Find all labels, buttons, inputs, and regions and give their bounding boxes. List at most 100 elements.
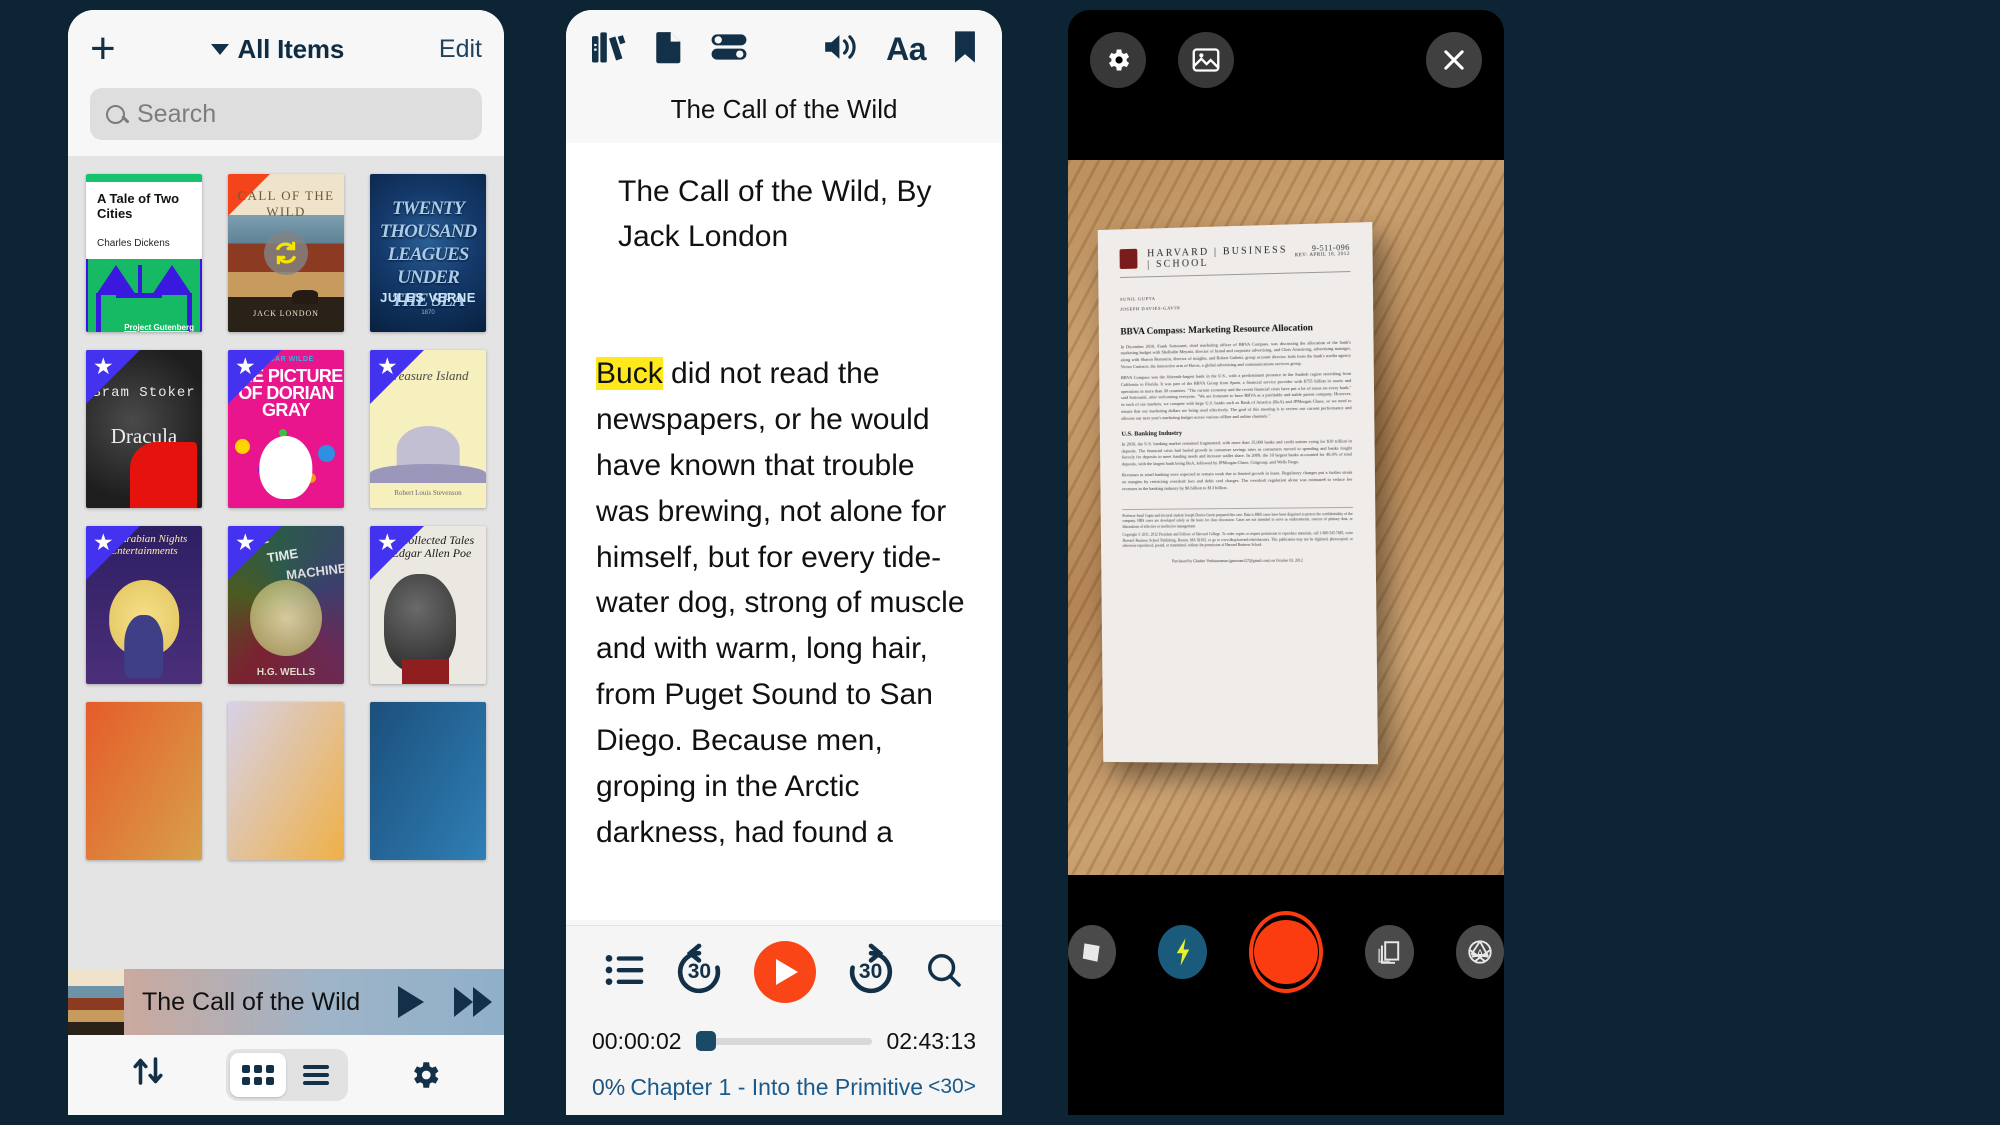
- book-cover[interactable]: [228, 702, 344, 861]
- book-cover[interactable]: ★ Bram Stoker Dracula: [86, 350, 202, 509]
- document-purchased-by: Purchased by Glauber Venkataraman (gauri…: [1171, 558, 1303, 564]
- reader-player-controls: 30 30 00:00:02 02:43:13 0% Chapter 1 - I…: [566, 925, 1002, 1115]
- list-view-icon[interactable]: [288, 1053, 344, 1097]
- cover-artwork: [259, 435, 313, 499]
- gear-icon[interactable]: [1090, 32, 1146, 88]
- rewind-30-button[interactable]: 30: [670, 943, 728, 1001]
- cover-subtitle: 1870: [421, 310, 435, 317]
- screenshot-stage: + All Items Edit Search A Tale of Two Ci…: [0, 0, 2000, 1125]
- document-title: BBVA Compass: Marketing Resource Allocat…: [1119, 323, 1313, 338]
- book-grid-scroll[interactable]: A Tale of Two Cities Charles Dickens Pro…: [68, 156, 504, 969]
- multi-page-icon[interactable]: [1365, 925, 1414, 979]
- scanner-button-row: A: [1068, 911, 1504, 993]
- reader-content[interactable]: The Call of the Wild, By Jack London Buc…: [566, 143, 1002, 920]
- chapter-label[interactable]: Chapter 1 - Into the Primitive: [630, 1074, 923, 1101]
- bookmark-icon[interactable]: [952, 30, 978, 69]
- forward-label: 30: [858, 960, 883, 983]
- cover-author: H.G. WELLS: [256, 667, 316, 679]
- list-icon[interactable]: [605, 953, 645, 992]
- camera-viewport[interactable]: HARVARD | BUSINESS | SCHOOL 9-511-096 RE…: [1068, 160, 1504, 895]
- forward-30-button[interactable]: 30: [842, 943, 900, 1001]
- book-cover[interactable]: [370, 702, 486, 861]
- sort-arrows-icon[interactable]: [130, 1052, 166, 1099]
- bookshelf-icon[interactable]: [590, 30, 628, 69]
- book-cover[interactable]: TWENTY THOUSAND LEAGUES UNDER THE SEA JULES …: [370, 174, 486, 333]
- reader-scrubber[interactable]: 00:00:02 02:43:13: [566, 1018, 1002, 1064]
- mini-player-play-button[interactable]: [380, 986, 442, 1018]
- shutter-icon[interactable]: [1248, 911, 1324, 993]
- library-panel: + All Items Edit Search A Tale of Two Ci…: [68, 10, 504, 1115]
- search-input[interactable]: Search: [90, 88, 482, 140]
- document-copyright: Copyright © 2011, 2012 President and Fel…: [1122, 531, 1353, 549]
- document-icon[interactable]: [654, 30, 684, 69]
- cover-figure: [124, 614, 164, 679]
- chapter-nav[interactable]: <30>: [928, 1075, 976, 1099]
- book-cover[interactable]: ★ The Arabian Nights Entertainments: [86, 526, 202, 685]
- mini-player-title: The Call of the Wild: [142, 987, 361, 1016]
- cover-title: TWENTY THOUSAND LEAGUES UNDER THE SEA: [379, 198, 478, 312]
- cover-author: JACK LONDON: [253, 308, 319, 318]
- scanned-document: HARVARD | BUSINESS | SCHOOL 9-511-096 RE…: [1097, 222, 1378, 764]
- cover-accent-bar: [86, 174, 202, 182]
- cover-author: Charles Dickens: [97, 237, 170, 249]
- progress-knob[interactable]: [695, 1031, 716, 1051]
- star-icon: ★: [235, 353, 256, 380]
- document-institution: HARVARD | BUSINESS | SCHOOL: [1146, 244, 1288, 271]
- star-icon: ★: [377, 529, 398, 556]
- cover-title: CALL OF THE WILD: [237, 188, 335, 220]
- document-footnote: Professor Sunil Gupta and doctoral stude…: [1121, 511, 1353, 529]
- search-placeholder: Search: [137, 99, 217, 128]
- scanner-topbar: [1068, 10, 1504, 160]
- document-subheading: U.S. Banking Industry: [1120, 429, 1182, 438]
- elapsed-time: 00:00:02: [592, 1027, 682, 1054]
- book-cover[interactable]: ★ OSCAR WILDE THE PICTURE OF DORIAN GRAY: [228, 350, 344, 509]
- text-size-icon[interactable]: Aa: [886, 31, 926, 68]
- book-cover[interactable]: A Tale of Two Cities Charles Dickens Pro…: [86, 174, 202, 333]
- auto-aperture-icon[interactable]: A: [1455, 925, 1504, 979]
- cover-artwork: [130, 441, 198, 509]
- grid-view-icon[interactable]: [230, 1053, 286, 1097]
- document-paragraph-3: In 2010, the U.S. banking market remaine…: [1121, 438, 1352, 467]
- search-container: Search: [68, 88, 504, 156]
- book-cover[interactable]: [86, 702, 202, 861]
- mini-player-forward-button[interactable]: [442, 987, 504, 1017]
- duration-time: 02:43:13: [886, 1027, 976, 1054]
- book-cover[interactable]: ★ The Collected Tales of Edgar Allen Poe: [370, 526, 486, 685]
- document-paragraph-1: In December 2010, Frank Sottosanti, chie…: [1120, 339, 1351, 370]
- fast-forward-icon: [454, 987, 492, 1017]
- cover-tie: [402, 659, 449, 685]
- flash-icon[interactable]: [1158, 925, 1207, 979]
- book-cover[interactable]: CALL OF THE WILD JACK LONDON: [228, 174, 344, 333]
- edit-button[interactable]: Edit: [439, 35, 482, 64]
- book-cover[interactable]: ★ Treasure Island Robert Louis Stevenson: [370, 350, 486, 509]
- library-filter-dropdown[interactable]: All Items: [210, 34, 344, 65]
- reader-paragraph-text: did not read the newspapers, or he would…: [596, 357, 965, 849]
- sync-icon: [264, 231, 308, 276]
- progress-track[interactable]: [695, 1031, 873, 1051]
- reader-heading: The Call of the Wild, By Jack London: [618, 175, 932, 253]
- highlighted-word[interactable]: Buck: [596, 357, 663, 390]
- play-button[interactable]: [753, 941, 816, 1003]
- scanner-controls: A: [1068, 875, 1504, 1115]
- mini-player[interactable]: The Call of the Wild: [68, 969, 504, 1035]
- book-cover[interactable]: ★ THE TIME MACHINE H.G. WELLS: [228, 526, 344, 685]
- mini-player-cover: [68, 969, 124, 1035]
- library-tabbar: [68, 1035, 504, 1115]
- cover-author: JULES VERNE: [380, 290, 476, 306]
- cover-artwork: Project Gutenberg: [86, 258, 202, 333]
- chevron-down-icon: [210, 43, 229, 55]
- search-icon[interactable]: [925, 951, 963, 994]
- sliders-icon[interactable]: [710, 32, 748, 67]
- image-icon[interactable]: [1178, 32, 1234, 88]
- harvard-crest-icon: [1119, 248, 1137, 270]
- close-icon[interactable]: [1426, 32, 1482, 88]
- cover-title-line3: MACHINE: [285, 560, 344, 583]
- crop-perspective-icon[interactable]: [1068, 925, 1117, 979]
- view-mode-segmented-control[interactable]: [226, 1049, 348, 1101]
- star-icon: ★: [377, 353, 398, 380]
- cover-publisher: Project Gutenberg: [124, 322, 194, 332]
- gear-icon[interactable]: [408, 1058, 442, 1092]
- speaker-icon[interactable]: [822, 31, 860, 68]
- reader-toolbar-left: [590, 30, 748, 69]
- add-book-button[interactable]: +: [90, 27, 116, 71]
